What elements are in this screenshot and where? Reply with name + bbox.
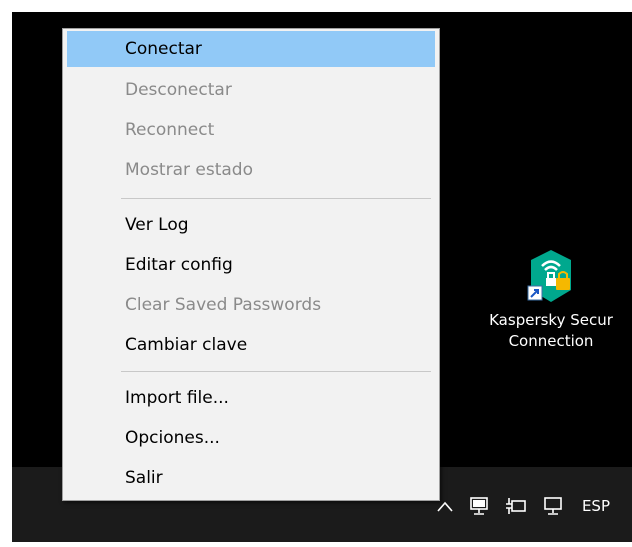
menu-item-opciones[interactable]: Opciones...	[67, 420, 435, 456]
menu-item-ver-log[interactable]: Ver Log	[67, 207, 435, 243]
menu-separator	[121, 371, 431, 372]
menu-item-reconnect: Reconnect	[125, 120, 215, 140]
menu-item-import-file[interactable]: Import file...	[67, 380, 435, 416]
language-indicator[interactable]: ESP	[582, 497, 610, 515]
desktop-icon-label-line1: Kaspersky Secur	[489, 311, 613, 329]
menu-item-conectar[interactable]: Conectar	[67, 31, 435, 67]
menu-item-cambiar-clave[interactable]: Cambiar clave	[67, 327, 435, 363]
network-icon[interactable]	[468, 494, 490, 518]
menu-separator	[121, 198, 431, 199]
desktop-icon-label-line2: Connection	[508, 332, 594, 350]
network-icon[interactable]	[542, 494, 564, 518]
menu-item-clear-saved-passwords: Clear Saved Passwords	[125, 295, 322, 315]
menu-item-editar-config[interactable]: Editar config	[67, 247, 435, 283]
menu-item-salir[interactable]: Salir	[67, 460, 435, 496]
menu-item-mostrar-estado: Mostrar estado	[125, 160, 253, 180]
tray-context-menu: Conectar Desconectar Reconnect Mostrar e…	[62, 28, 440, 501]
menu-item-desconectar: Desconectar	[125, 80, 232, 100]
power-plug-icon[interactable]	[504, 494, 528, 518]
kaspersky-vpn-shield-icon	[526, 248, 576, 304]
kaspersky-desktop-shortcut[interactable]: Kaspersky Secur Connection	[470, 248, 632, 352]
system-tray: ESP	[436, 492, 610, 520]
